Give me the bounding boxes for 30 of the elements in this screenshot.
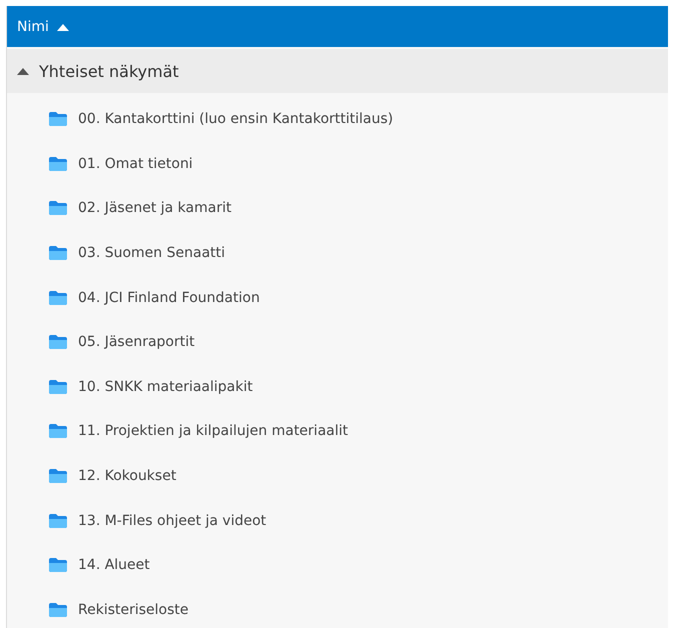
group-row[interactable]: Yhteiset näkymät (7, 49, 668, 93)
sort-caret-icon[interactable] (56, 22, 69, 30)
folder-icon (49, 335, 67, 350)
folder-item[interactable]: 13. M-Files ohjeet ja videot (7, 498, 668, 543)
folder-icon (49, 424, 67, 438)
folder-icon (49, 201, 67, 216)
folder-item[interactable]: 14. Alueet (7, 542, 668, 588)
expand-caret-icon[interactable] (17, 67, 29, 75)
group-label: Yhteiset näkymät (39, 62, 179, 80)
folder-icon (49, 246, 67, 260)
folder-item[interactable]: 11. Projektien ja kilpailujen materiaalit (7, 409, 668, 454)
folder-icon (49, 469, 67, 484)
folder-item[interactable]: 12. Kokoukset (7, 454, 668, 498)
column-header[interactable]: Nimi (7, 6, 668, 47)
folder-item[interactable]: 00. Kantakorttini (luo ensin Kantakorttitilaus) (7, 97, 668, 142)
folder-icon (49, 380, 67, 394)
folder-item[interactable]: 03. Suomen Senaatti (7, 230, 668, 276)
folder-icon (49, 558, 67, 572)
folder-item[interactable]: Rekisteriseloste (7, 588, 668, 628)
folder-item[interactable]: 10. SNKK materiaalipakit (7, 364, 668, 410)
folder-item[interactable]: 05. Jäsenraportit (7, 320, 668, 365)
folder-icon (49, 112, 67, 126)
folder-icon (49, 514, 67, 528)
folder-item[interactable]: 01. Omat tietoni (7, 142, 668, 186)
folder-icon (49, 156, 67, 171)
folder-icon (49, 290, 67, 305)
column-title: Nimi (17, 18, 49, 34)
folder-icon (49, 602, 67, 617)
folder-item[interactable]: 04. JCI Finland Foundation (7, 275, 668, 320)
folder-item[interactable]: 02. Jäsenet ja kamarit (7, 186, 668, 231)
